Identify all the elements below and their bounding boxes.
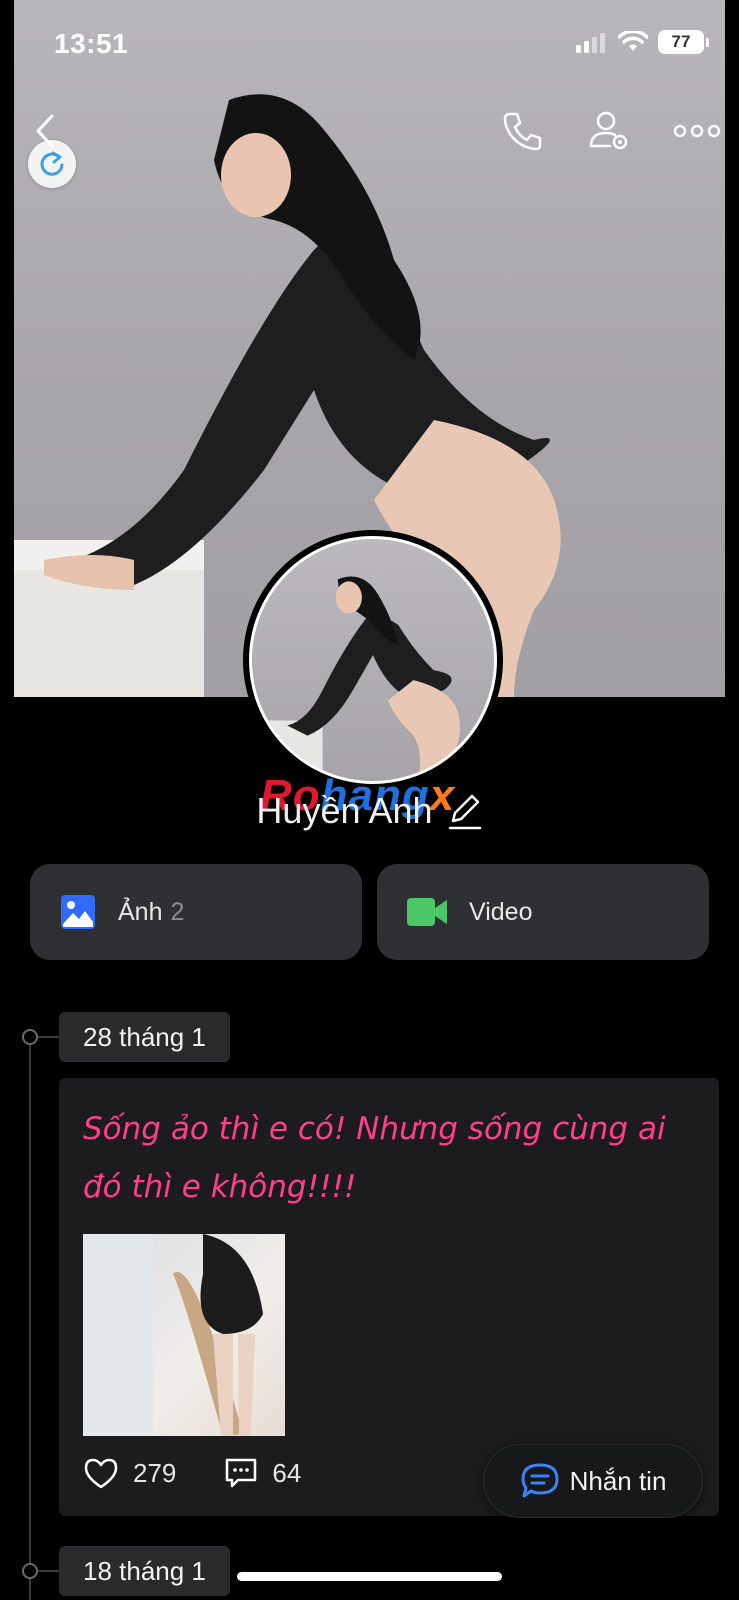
timeline-line [29, 1037, 31, 1600]
post-image[interactable] [83, 1234, 285, 1436]
signal-icon [576, 33, 605, 53]
refresh-icon[interactable] [28, 140, 76, 188]
status-bar: 13:51 77 [0, 0, 739, 90]
date-chip: 18 tháng 1 [59, 1546, 230, 1596]
message-button[interactable]: Nhắn tin [483, 1444, 703, 1518]
pencil-icon[interactable] [447, 791, 483, 831]
video-button[interactable]: Video [377, 864, 709, 960]
image-icon [61, 895, 95, 929]
like-count: 279 [133, 1457, 177, 1488]
date-chip: 28 tháng 1 [59, 1012, 230, 1062]
heart-icon[interactable] [83, 1457, 119, 1489]
chat-bubble-icon [521, 1463, 559, 1498]
status-icons: 77 [576, 30, 709, 54]
profile-toolbar [0, 100, 739, 180]
comment-icon[interactable] [224, 1456, 258, 1490]
profile-name: Huyền Anh [256, 790, 433, 831]
avatar-illustration [252, 576, 460, 781]
post-text: Sống ảo thì e có! Nhưng sống cùng ai đó … [83, 1111, 666, 1205]
battery-level: 77 [658, 30, 704, 54]
battery-indicator: 77 [658, 30, 709, 54]
video-label: Video [469, 897, 533, 926]
post-image-illustration [83, 1234, 263, 1436]
status-time: 13:51 [54, 28, 129, 59]
timeline-dot [22, 1563, 38, 1579]
message-label: Nhắn tin [569, 1465, 667, 1496]
home-indicator[interactable] [237, 1572, 502, 1581]
user-settings-icon[interactable] [586, 108, 632, 154]
timeline-dot [22, 1029, 38, 1045]
phone-icon[interactable] [500, 108, 546, 154]
profile-name-row: Huyền Anh [0, 790, 739, 832]
timeline-tick [38, 1570, 60, 1572]
comment-count: 64 [272, 1457, 302, 1488]
more-icon[interactable] [672, 108, 722, 154]
post-actions: 279 64 [83, 1456, 301, 1490]
timeline-tick [38, 1036, 60, 1038]
photos-label: Ảnh [118, 897, 163, 926]
wifi-icon [618, 31, 648, 51]
avatar[interactable] [243, 530, 503, 790]
photos-button[interactable]: Ảnh 2 [30, 864, 362, 960]
photos-count: 2 [170, 897, 185, 926]
video-camera-icon [407, 898, 447, 926]
